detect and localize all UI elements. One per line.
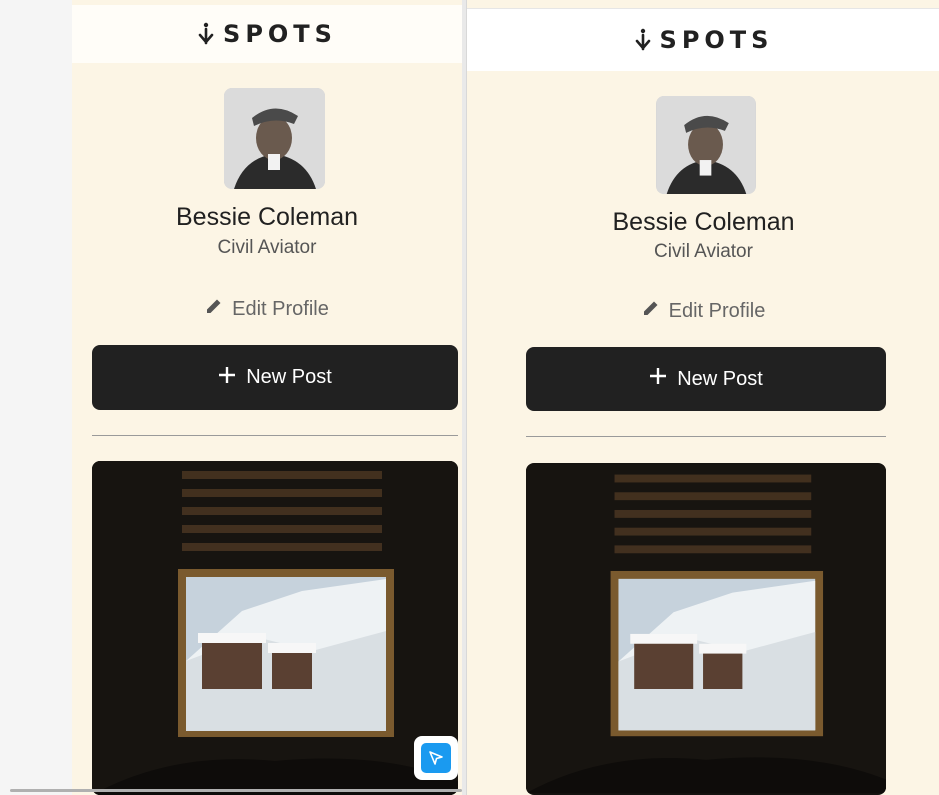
cursor-pointer-icon <box>421 743 451 773</box>
spots-logo[interactable]: SPOTS <box>634 26 774 54</box>
avatar <box>224 88 325 189</box>
section-divider <box>92 435 458 436</box>
cursor-tool-button[interactable] <box>414 736 458 780</box>
site-header: SPOTS <box>72 5 462 63</box>
spots-logo-icon <box>634 28 652 52</box>
edit-profile-label: Edit Profile <box>232 297 329 320</box>
mobile-preview-left: SPOTS Bessie Coleman Civil Aviator Edit … <box>72 0 462 795</box>
new-post-button[interactable]: New Post <box>526 347 886 411</box>
new-post-button[interactable]: New Post <box>92 345 458 410</box>
post-image[interactable] <box>526 463 886 795</box>
plus-icon <box>218 366 236 390</box>
spots-logo-icon <box>197 22 215 46</box>
spots-logo[interactable]: SPOTS <box>197 20 337 48</box>
new-post-label: New Post <box>677 367 763 390</box>
profile-role: Civil Aviator <box>654 241 753 262</box>
post-image[interactable] <box>92 461 458 795</box>
pencil-icon <box>205 297 223 321</box>
mobile-preview-right: SPOTS Bessie Coleman Civil Aviator Edit … <box>466 0 939 795</box>
plus-icon <box>649 367 667 391</box>
pencil-icon <box>642 299 660 323</box>
site-header: SPOTS <box>467 8 939 71</box>
edit-profile-button[interactable]: Edit Profile <box>72 297 462 321</box>
profile-name: Bessie Coleman <box>612 208 795 236</box>
logo-text: SPOTS <box>659 26 774 54</box>
horizontal-scrollbar[interactable] <box>10 789 462 792</box>
new-post-label: New Post <box>246 366 332 388</box>
avatar <box>656 96 756 194</box>
profile-role: Civil Aviator <box>217 237 317 258</box>
edit-profile-label: Edit Profile <box>668 299 766 322</box>
section-divider <box>526 436 886 437</box>
edit-profile-button[interactable]: Edit Profile <box>467 299 939 323</box>
logo-text: SPOTS <box>223 20 337 48</box>
profile-name: Bessie Coleman <box>175 203 359 231</box>
